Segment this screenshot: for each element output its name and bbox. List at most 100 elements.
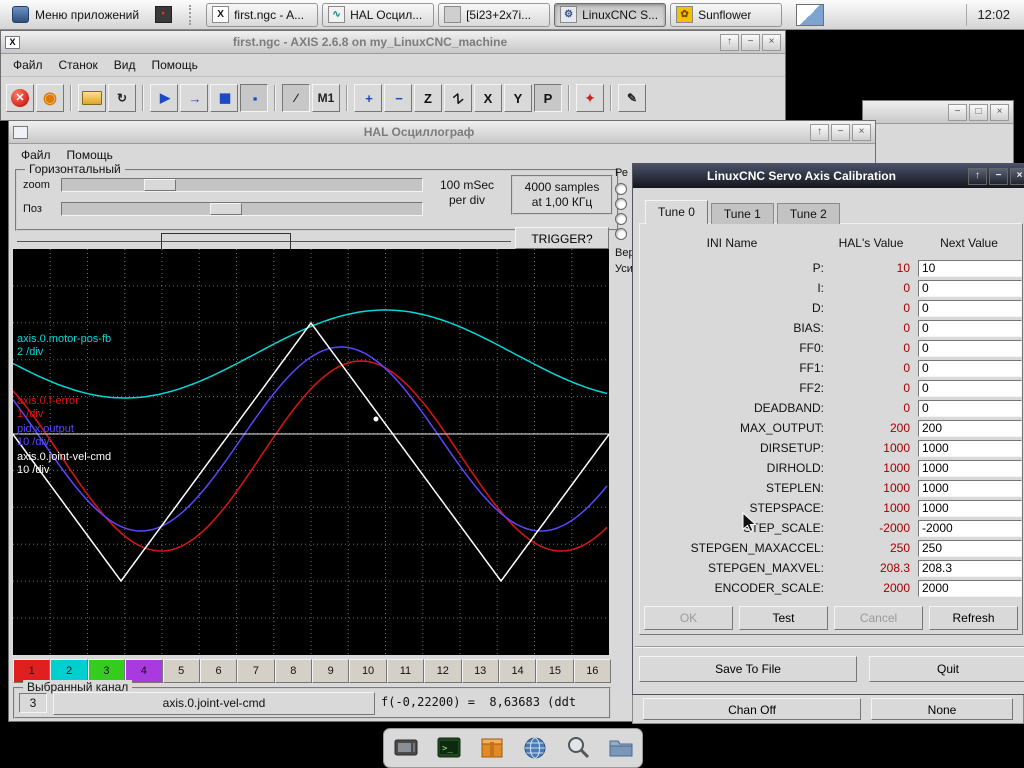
file-manager-icon[interactable] (607, 734, 635, 762)
tab-tune-0[interactable]: Tune 0 (645, 200, 708, 224)
save-to-file-button[interactable]: Save To File (639, 656, 857, 682)
taskbar-task-4[interactable]: ✿Sunflower (670, 3, 782, 27)
step-button[interactable]: → (180, 84, 208, 112)
radio-button-3[interactable] (615, 228, 627, 240)
next-value-input[interactable] (918, 440, 1022, 457)
channel-button-6[interactable]: 6 (200, 659, 237, 683)
next-value-input[interactable] (918, 500, 1022, 517)
taskbar-task-3[interactable]: ⚙LinuxCNC S... (554, 3, 666, 27)
run-button[interactable]: ▶ (150, 84, 178, 112)
tab-tune-1[interactable]: Tune 1 (711, 203, 774, 224)
view-p-button[interactable]: P (534, 84, 562, 112)
package-icon[interactable] (478, 734, 506, 762)
taskbar-task-1[interactable]: ∿HAL Осцил... (322, 3, 434, 27)
tablet-icon[interactable] (392, 734, 420, 762)
tools-button[interactable]: ✎ (618, 84, 646, 112)
record-view-box[interactable] (161, 233, 291, 250)
channel-button-10[interactable]: 10 (349, 659, 386, 683)
channel-button-11[interactable]: 11 (387, 659, 424, 683)
workspace-pager[interactable] (796, 4, 824, 26)
cancel-button[interactable]: Cancel (834, 606, 923, 630)
axis-menu-2[interactable]: Вид (106, 56, 144, 74)
taskbar-task-2[interactable]: [5i23+2x7i... (438, 3, 550, 27)
zoom-in-button[interactable]: + (354, 84, 382, 112)
axis-minimize-button[interactable]: − (741, 34, 760, 51)
browser-globe-icon[interactable] (521, 734, 549, 762)
stop-button[interactable]: ▪ (240, 84, 268, 112)
trigger-source-none-button[interactable]: None (871, 698, 1013, 720)
test-button[interactable]: Test (739, 606, 828, 630)
next-value-input[interactable] (918, 460, 1022, 477)
channel-button-16[interactable]: 16 (574, 659, 611, 683)
refresh-button[interactable]: Refresh (929, 606, 1018, 630)
next-value-input[interactable] (918, 380, 1022, 397)
record-position-indicator[interactable] (17, 233, 511, 249)
channel-button-13[interactable]: 13 (462, 659, 499, 683)
view-z-button[interactable]: Z (414, 84, 442, 112)
channel-button-12[interactable]: 12 (424, 659, 461, 683)
next-value-input[interactable] (918, 420, 1022, 437)
reload-button[interactable]: ↻ (108, 84, 136, 112)
estop-button[interactable]: ◉ (36, 84, 64, 112)
pause-button[interactable]: ▮▮ (210, 84, 238, 112)
applications-menu-button[interactable]: Меню приложений (4, 3, 147, 27)
calibration-minimize-button[interactable]: − (989, 168, 1008, 185)
chan-off-button[interactable]: Chan Off (643, 698, 861, 720)
axis-menu-3[interactable]: Помощь (144, 56, 206, 74)
next-value-input[interactable] (918, 540, 1022, 557)
next-value-input[interactable] (918, 580, 1022, 597)
axis-close-button[interactable]: × (762, 34, 781, 51)
next-value-input[interactable] (918, 320, 1022, 337)
quit-button[interactable]: Quit (869, 656, 1024, 682)
next-value-input[interactable] (918, 400, 1022, 417)
next-value-input[interactable] (918, 260, 1022, 277)
channel-button-9[interactable]: 9 (312, 659, 349, 683)
scope-display[interactable]: axis.0.motor-pos-fb2 /divaxis.0.f-error1… (13, 249, 609, 655)
channel-button-8[interactable]: 8 (275, 659, 312, 683)
halscope-titlebar[interactable]: HAL Осциллограф ↑−× (9, 121, 875, 144)
selected-signal-button[interactable]: axis.0.joint-vel-cmd (53, 692, 375, 715)
trigger-button[interactable]: TRIGGER? (515, 227, 609, 249)
pos-slider[interactable] (61, 202, 423, 216)
open-file-button[interactable] (78, 84, 106, 112)
optional-stop-button[interactable]: M1 (312, 84, 340, 112)
view-z-rot-button[interactable]: Z (444, 84, 472, 112)
background-window-close-button[interactable]: × (990, 104, 1009, 121)
zoom-slider[interactable] (61, 178, 423, 192)
next-value-input[interactable] (918, 520, 1022, 537)
halscope-close-button[interactable]: × (852, 124, 871, 141)
taskbar-task-0[interactable]: Xfirst.ngc - A... (206, 3, 318, 27)
channel-button-7[interactable]: 7 (237, 659, 274, 683)
pos-slider-handle[interactable] (210, 203, 242, 215)
radio-button-0[interactable] (615, 183, 627, 195)
axis-menu-1[interactable]: Станок (51, 56, 106, 74)
next-value-input[interactable] (918, 360, 1022, 377)
background-window-minimize-button[interactable]: □ (969, 104, 988, 121)
radio-button-1[interactable] (615, 198, 627, 210)
axis-titlebar[interactable]: X first.ngc - AXIS 2.6.8 on my_LinuxCNC_… (1, 31, 785, 54)
next-value-input[interactable] (918, 560, 1022, 577)
calibration-titlebar[interactable]: LinuxCNC Servo Axis Calibration ↑−× (633, 164, 1024, 188)
calibration-rollup-button[interactable]: ↑ (968, 168, 987, 185)
tab-tune-2[interactable]: Tune 2 (777, 203, 840, 224)
channel-button-15[interactable]: 15 (536, 659, 573, 683)
axis-menu-0[interactable]: Файл (5, 56, 51, 74)
background-window-titlebar[interactable]: −□× (863, 101, 1013, 124)
next-value-input[interactable] (918, 480, 1022, 497)
clear-plot-button[interactable]: ✦ (576, 84, 604, 112)
search-icon[interactable] (564, 734, 592, 762)
background-window-rollup-button[interactable]: − (948, 104, 967, 121)
halscope-minimize-button[interactable]: − (831, 124, 850, 141)
channel-button-14[interactable]: 14 (499, 659, 536, 683)
halscope-rollup-button[interactable]: ↑ (810, 124, 829, 141)
view-x-button[interactable]: X (474, 84, 502, 112)
channel-button-5[interactable]: 5 (163, 659, 200, 683)
axis-rollup-button[interactable]: ↑ (720, 34, 739, 51)
view-y-button[interactable]: Y (504, 84, 532, 112)
radio-button-2[interactable] (615, 213, 627, 225)
zoom-slider-handle[interactable] (144, 179, 176, 191)
next-value-input[interactable] (918, 300, 1022, 317)
block-delete-button[interactable]: ∕ (282, 84, 310, 112)
next-value-input[interactable] (918, 340, 1022, 357)
zoom-out-button[interactable]: − (384, 84, 412, 112)
